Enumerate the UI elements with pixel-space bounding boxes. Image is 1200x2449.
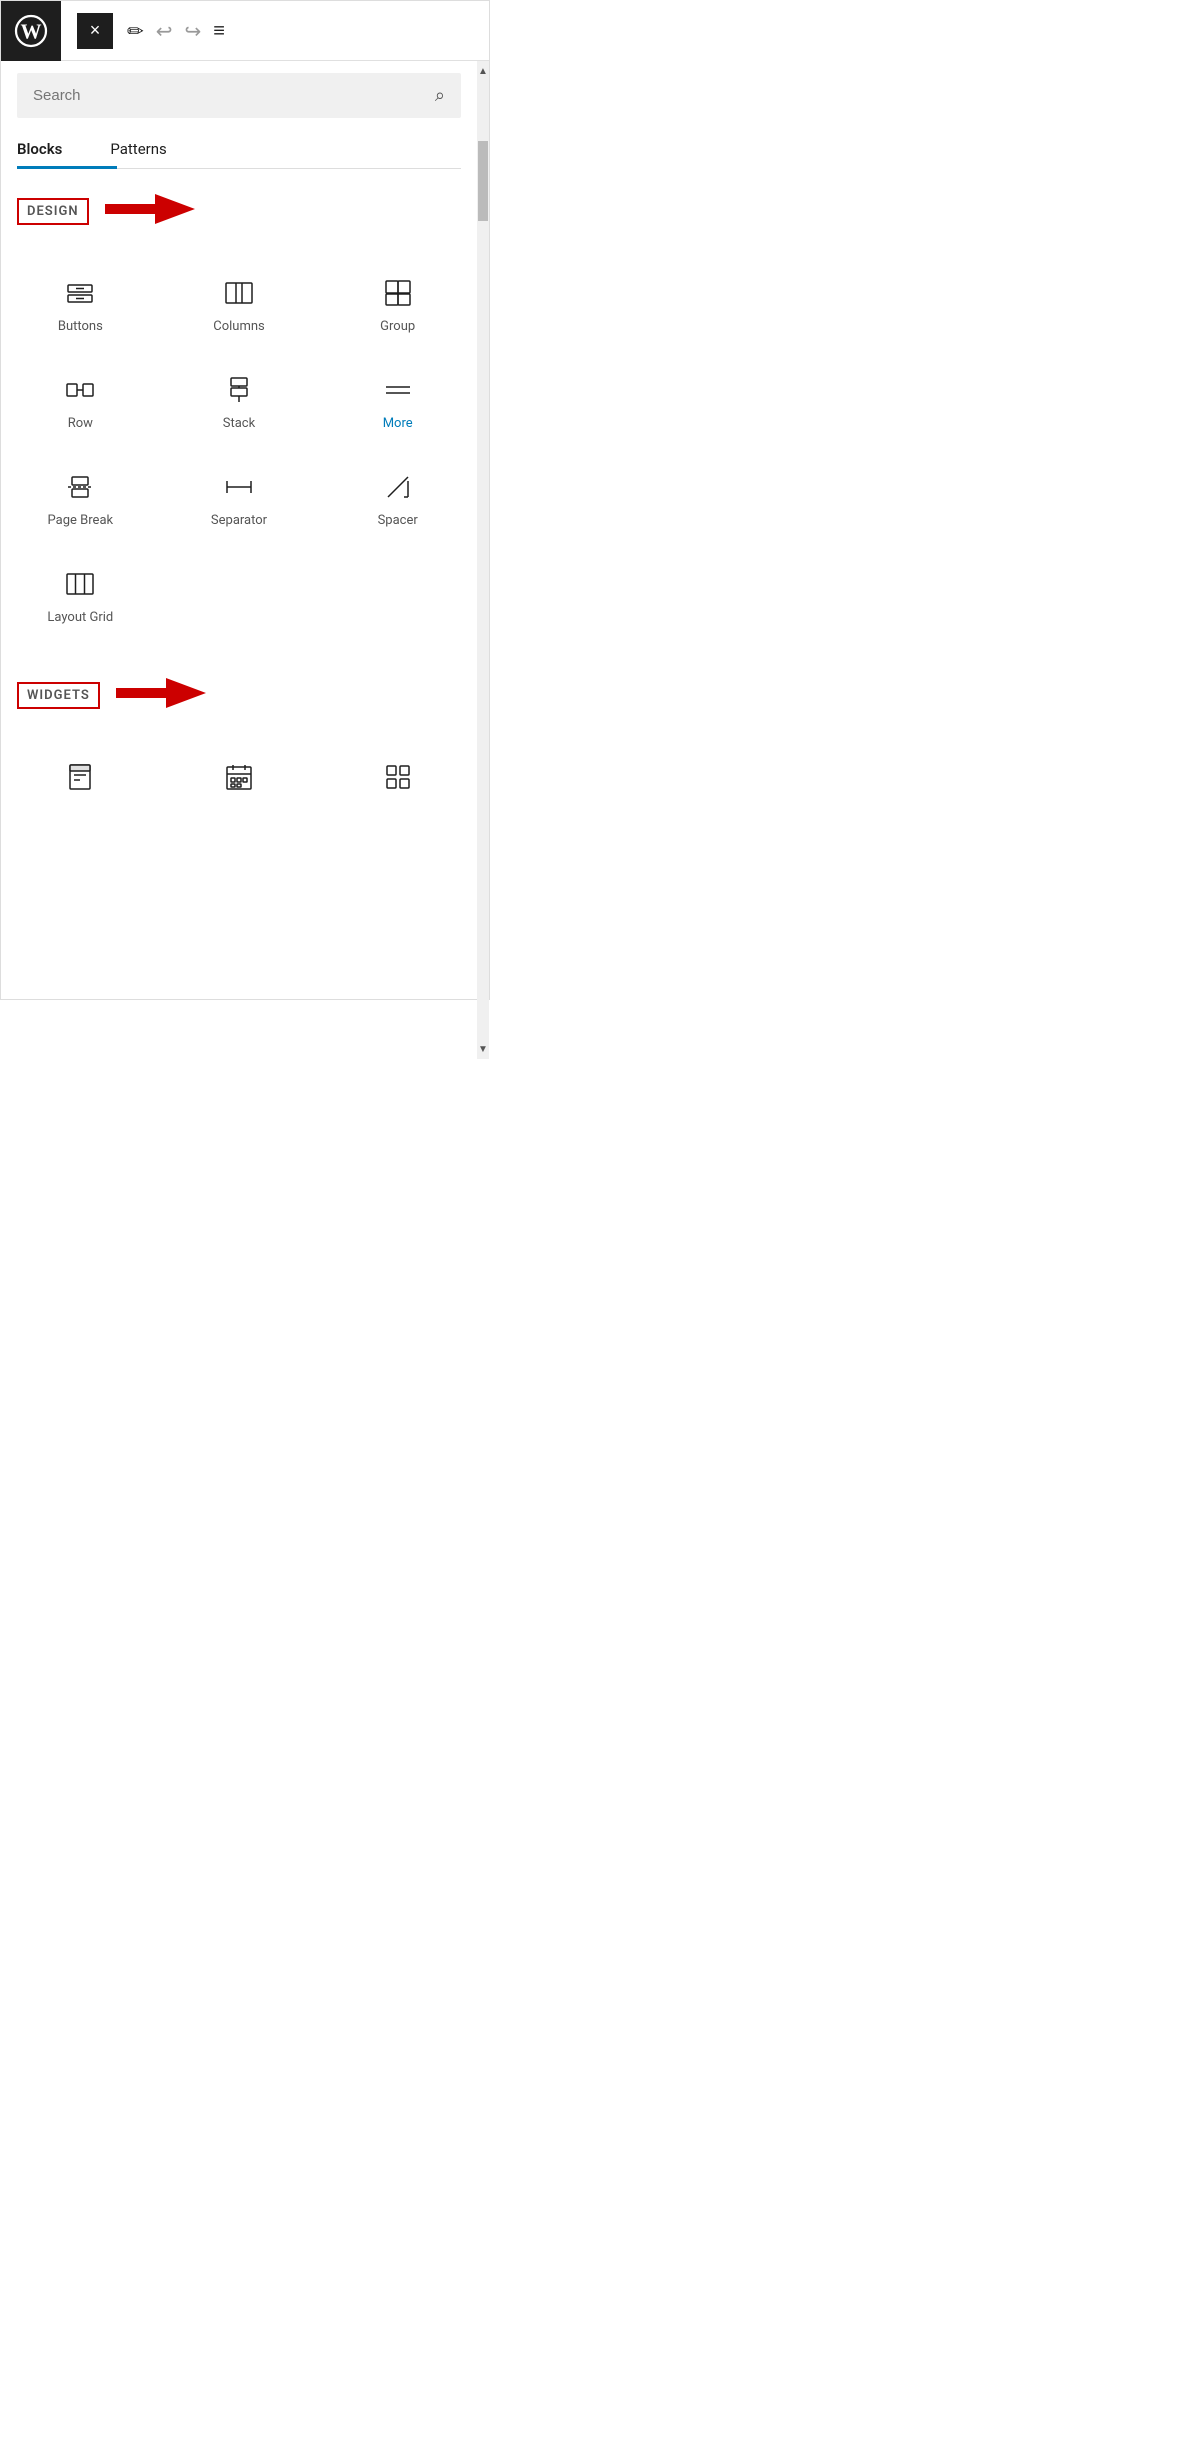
block-stack-label: Stack <box>223 416 255 431</box>
tab-blocks[interactable]: Blocks <box>17 130 86 168</box>
scroll-up-arrow[interactable]: ▲ <box>477 61 489 81</box>
design-section-header: DESIGN <box>17 189 461 233</box>
search-container: ⌕ <box>17 73 461 118</box>
block-group-label: Group <box>380 319 415 334</box>
block-stack[interactable]: Stack <box>160 354 319 451</box>
block-row-label: Row <box>68 416 93 431</box>
block-buttons-label: Buttons <box>58 319 103 334</box>
block-columns[interactable]: Columns <box>160 257 319 354</box>
block-group[interactable]: Group <box>318 257 477 354</box>
scrollbar[interactable]: ▲ ▼ <box>477 61 489 1059</box>
scrollbar-thumb[interactable] <box>478 141 488 221</box>
svg-text:W: W <box>21 19 42 43</box>
block-widget-categories[interactable] <box>318 741 477 813</box>
block-row[interactable]: Row <box>1 354 160 451</box>
search-input[interactable] <box>33 87 435 104</box>
block-widget-calendar[interactable] <box>160 741 319 813</box>
block-buttons[interactable]: Buttons <box>1 257 160 354</box>
redo-icon[interactable]: ↪ <box>185 19 202 43</box>
edit-icon[interactable]: ✏ <box>127 19 144 43</box>
close-button[interactable]: × <box>77 13 113 49</box>
widgets-arrow <box>116 673 206 717</box>
design-label: DESIGN <box>17 198 89 225</box>
block-more[interactable]: More <box>318 354 477 451</box>
search-icon: ⌕ <box>435 85 445 106</box>
main-content: ⌕ Blocks Patterns DESIGN Buttons <box>1 61 489 821</box>
block-spacer[interactable]: Spacer <box>318 451 477 548</box>
widgets-blocks-grid <box>1 733 477 821</box>
block-layout-grid[interactable]: Layout Grid <box>1 548 160 645</box>
menu-icon[interactable]: ≡ <box>213 18 225 43</box>
block-page-break[interactable]: Page Break <box>1 451 160 548</box>
design-arrow <box>105 189 195 233</box>
design-blocks-grid: Buttons Columns Group <box>1 249 477 653</box>
block-page-break-label: Page Break <box>48 513 114 528</box>
widgets-label: WIDGETS <box>17 682 100 709</box>
scroll-down-arrow[interactable]: ▼ <box>477 1039 489 1059</box>
tabs-container: Blocks Patterns <box>17 130 461 169</box>
block-widget-archives[interactable] <box>1 741 160 813</box>
undo-icon[interactable]: ↩ <box>156 19 173 43</box>
block-columns-label: Columns <box>213 319 265 334</box>
block-more-label: More <box>383 416 413 431</box>
block-layout-grid-label: Layout Grid <box>47 610 113 625</box>
widgets-section-header: WIDGETS <box>17 673 461 717</box>
block-separator-label: Separator <box>211 513 267 528</box>
block-spacer-label: Spacer <box>378 513 418 528</box>
tab-patterns[interactable]: Patterns <box>86 130 166 168</box>
wp-logo[interactable]: W <box>1 1 61 61</box>
block-separator[interactable]: Separator <box>160 451 319 548</box>
header: W × ✏ ↩ ↪ ≡ <box>1 1 489 61</box>
